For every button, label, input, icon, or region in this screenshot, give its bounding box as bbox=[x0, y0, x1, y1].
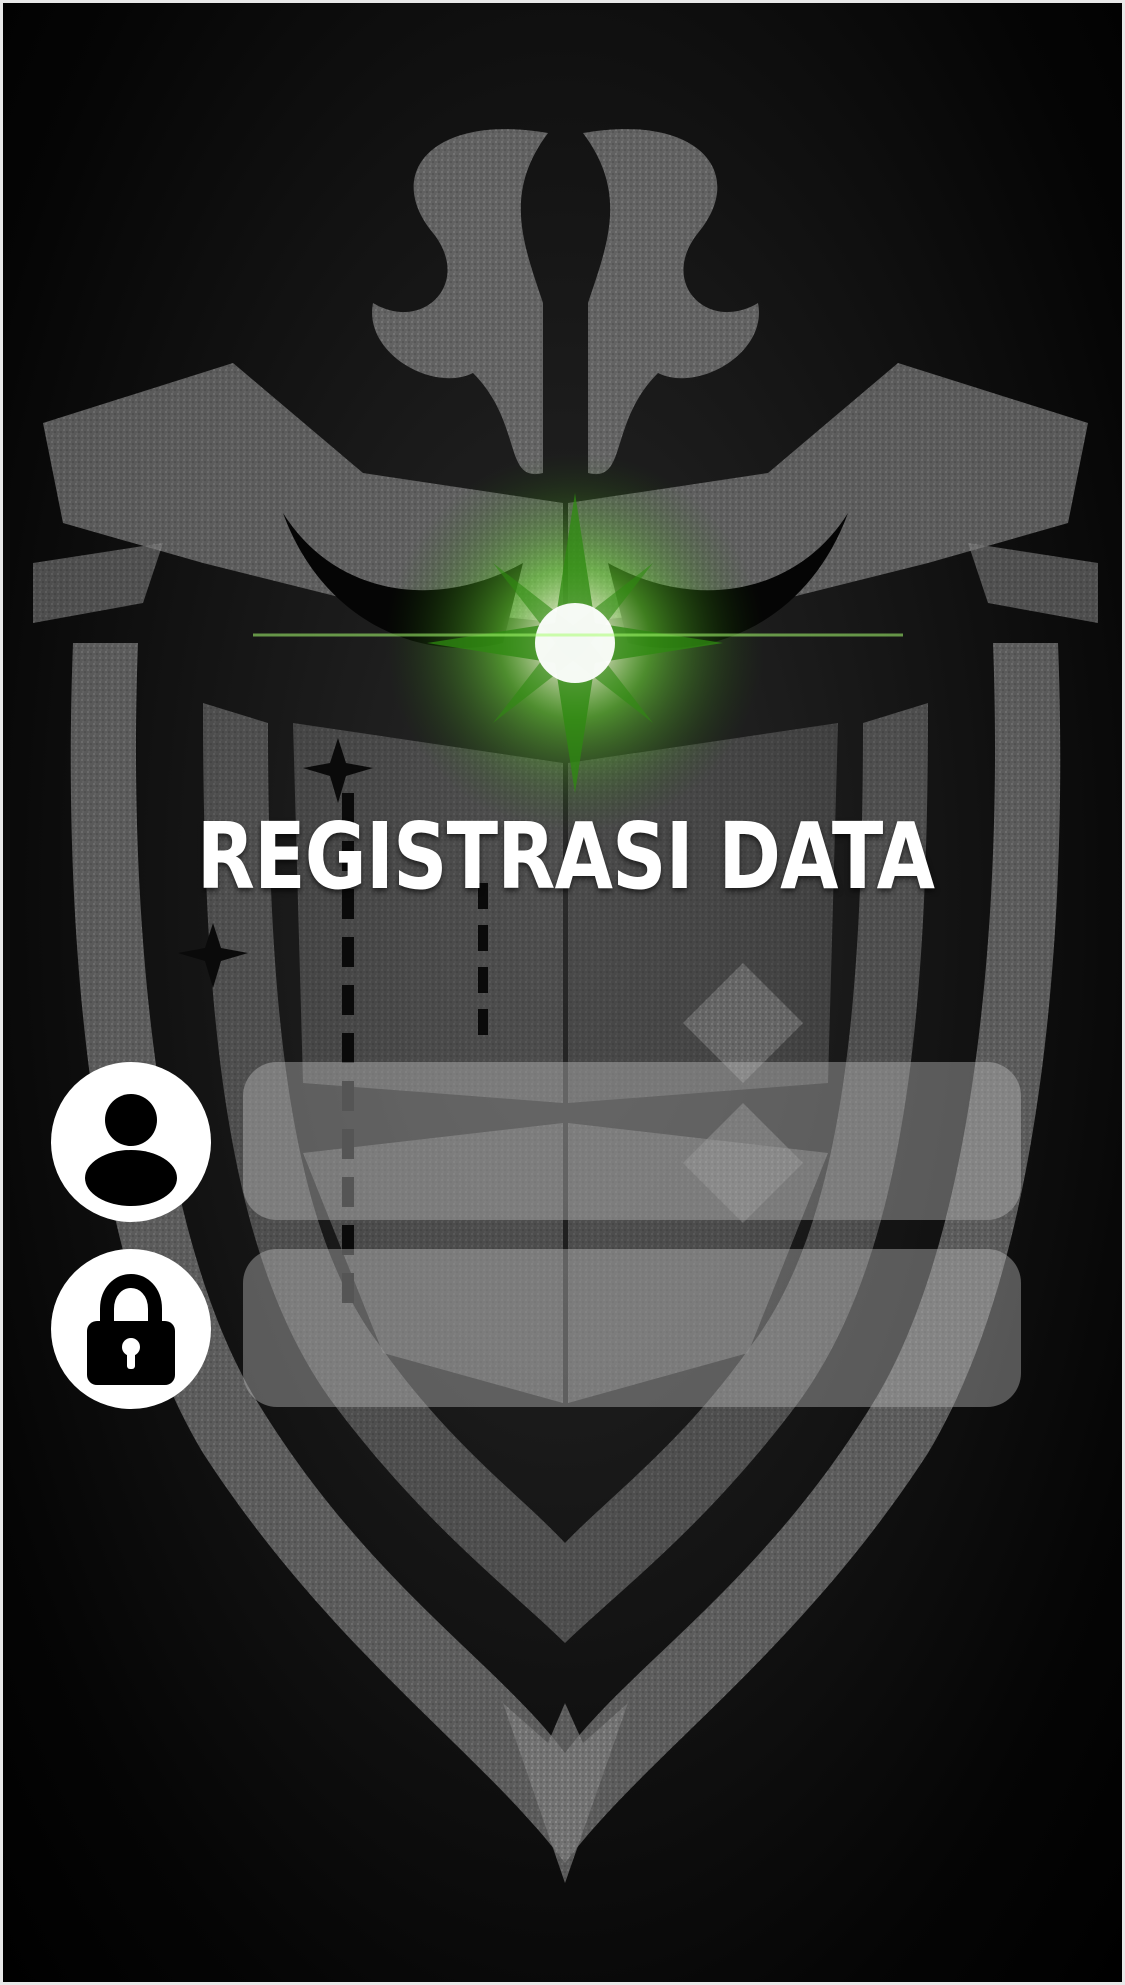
username-input[interactable] bbox=[243, 1062, 1021, 1220]
registration-screen: REGISTRASI DATA bbox=[0, 0, 1125, 1985]
lock-icon bbox=[51, 1249, 211, 1409]
user-icon bbox=[51, 1062, 211, 1222]
page-title: REGISTRASI DATA bbox=[196, 803, 935, 910]
password-input[interactable] bbox=[243, 1249, 1021, 1407]
crest-emblem-background bbox=[33, 129, 1098, 1883]
